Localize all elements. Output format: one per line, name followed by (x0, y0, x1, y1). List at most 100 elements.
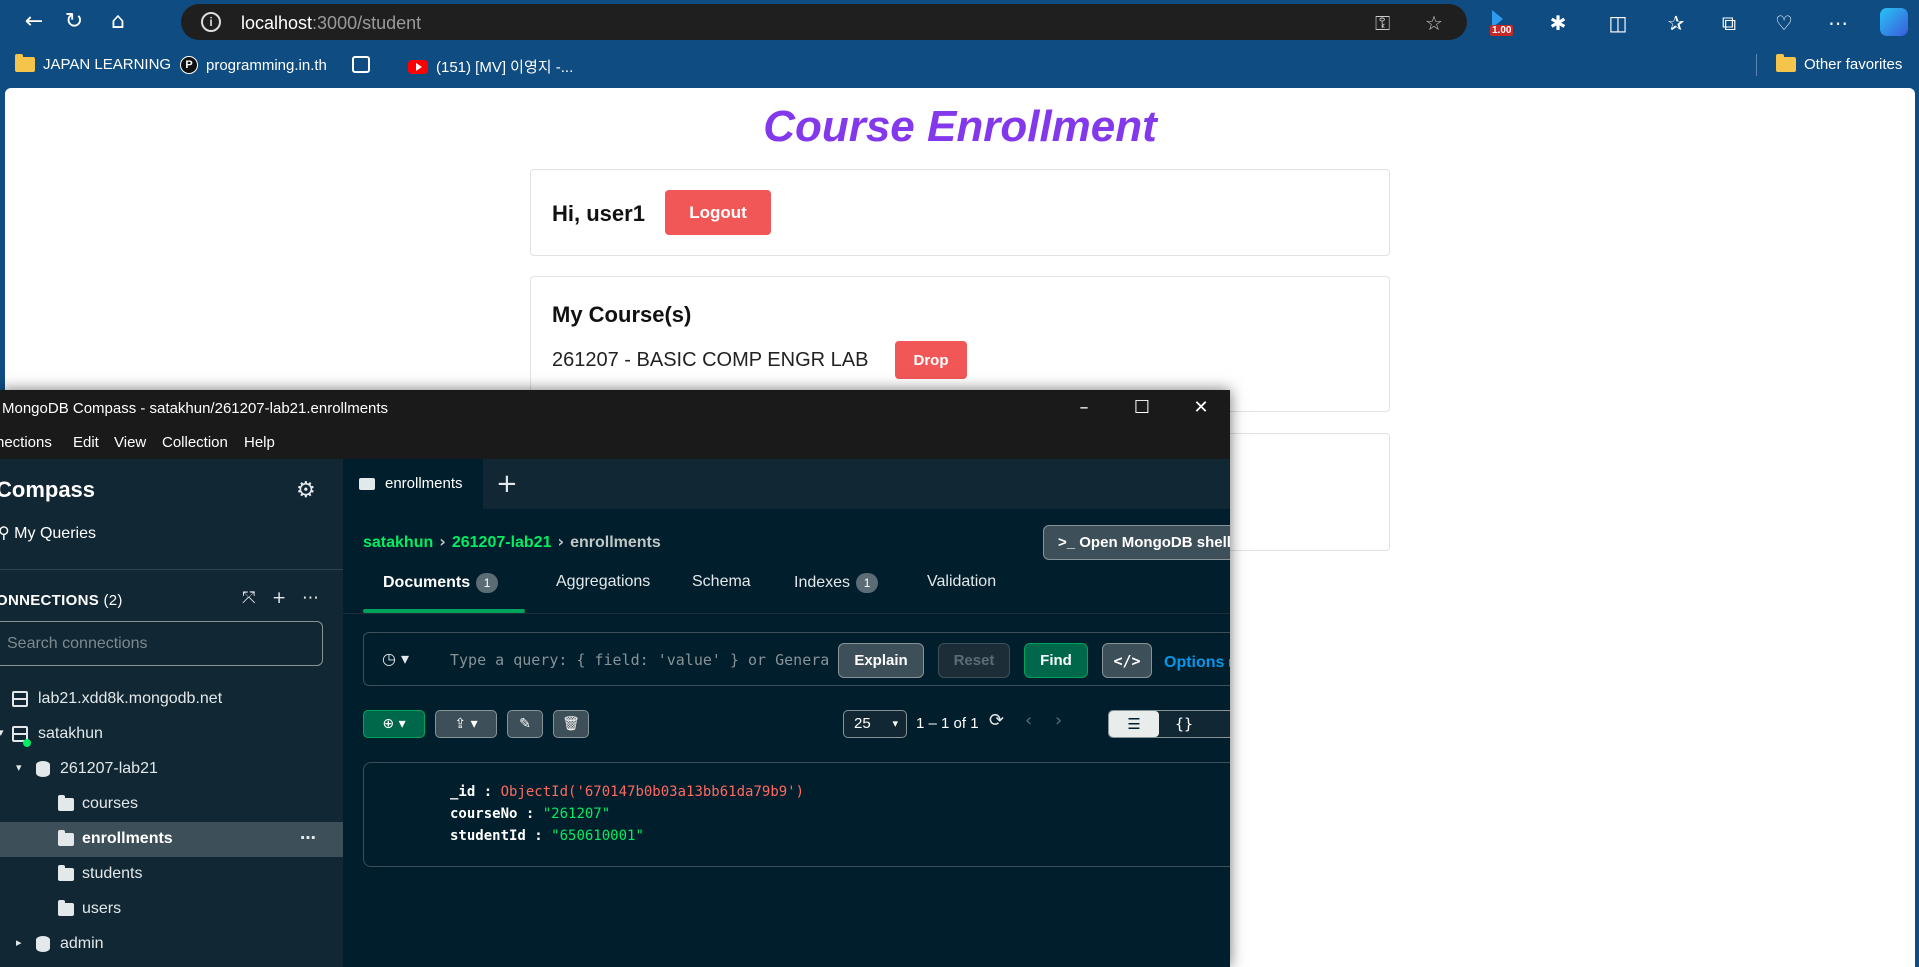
add-connection-icon[interactable]: + (272, 588, 286, 608)
menu-edit[interactable]: Edit (73, 434, 99, 451)
database-icon (36, 761, 50, 777)
json-view-icon[interactable]: {} (1159, 711, 1209, 737)
export-data-button[interactable]: ⇪ ▾ (435, 710, 497, 738)
chevron-down-icon[interactable]: ▾ (16, 761, 22, 774)
window-title: MongoDB Compass - satakhun/261207-lab21.… (2, 400, 389, 417)
course-item: 261207 - BASIC COMP ENGR LAB (552, 349, 869, 371)
document-card[interactable]: _id : ObjectId('670147b0b03a13bb61da79b9… (363, 762, 1230, 867)
tree-connection-satakhun[interactable]: ▾ satakhun (0, 717, 343, 752)
browser-toolbar: ← ↻ ⌂ i localhost:3000/student ⚿ ☆ 1.00 … (0, 0, 1919, 44)
settings-gear-icon[interactable]: ⚙ (296, 478, 316, 503)
document-field-studentid: studentId : "650610001" (450, 828, 644, 844)
connections-more-icon[interactable]: ⋯ (302, 588, 319, 608)
tree-collection-students[interactable]: students (0, 857, 343, 892)
bookmark-calendar[interactable] (352, 56, 370, 73)
menu-help[interactable]: Help (244, 434, 275, 451)
compass-menubar: nections Edit View Collection Help (0, 426, 1230, 459)
drop-button[interactable]: Drop (895, 341, 967, 379)
queries-icon: ⚲ (0, 525, 10, 542)
indexes-count-badge: 1 (856, 573, 879, 593)
chevron-right-icon[interactable]: ▸ (16, 936, 22, 949)
collapse-all-icon[interactable]: ⤧ (242, 588, 256, 608)
view-toggle: ☰ {} ⊞ (1108, 710, 1230, 738)
page-size-select[interactable]: 25 ▾ (843, 710, 907, 738)
new-tab-plus-icon[interactable]: + (496, 469, 518, 499)
split-screen-icon[interactable]: ◫ (1604, 9, 1632, 37)
bookmark-japan-learning[interactable]: JAPAN LEARNING (15, 54, 171, 73)
browser-essentials-icon[interactable]: ♡ (1770, 9, 1798, 37)
copilot-icon[interactable] (1880, 8, 1908, 36)
collection-folder-icon (58, 795, 74, 811)
tree-collection-enrollments[interactable]: enrollments ⋯ (0, 822, 343, 857)
back-arrow-icon[interactable]: ← (20, 8, 48, 36)
site-info-icon[interactable]: i (201, 12, 221, 32)
compass-sidebar: Compass ⚙ ⚲ My Queries ONNECTIONS (2) ⤧ … (0, 459, 343, 967)
folder-icon (15, 54, 35, 72)
breadcrumb-database[interactable]: 261207-lab21 (452, 534, 552, 551)
menu-view[interactable]: View (114, 434, 146, 451)
explain-button[interactable]: Explain (838, 643, 924, 678)
breadcrumb-connection[interactable]: satakhun (363, 534, 433, 551)
tab-enrollments[interactable]: enrollments (343, 459, 483, 509)
more-menu-icon[interactable]: ⋯ (1824, 9, 1852, 37)
menu-connections[interactable]: nections (0, 434, 52, 451)
collection-more-icon[interactable]: ⋯ (300, 828, 316, 847)
add-data-button[interactable]: ⊕ ▾ (363, 710, 425, 738)
close-icon[interactable]: ✕ (1176, 394, 1226, 422)
connections-header: ONNECTIONS (2) (0, 592, 123, 609)
bookmark-youtube[interactable]: (151) [MV] 이영지 -... (408, 56, 573, 77)
favorites-icon[interactable]: ✰ (1662, 9, 1690, 37)
edit-documents-button[interactable]: ✎ (507, 710, 543, 738)
compass-window: MongoDB Compass - satakhun/261207-lab21.… (0, 390, 1230, 967)
p-logo-icon: P (180, 56, 198, 74)
table-view-icon[interactable]: ⊞ (1209, 711, 1230, 737)
refresh-icon[interactable]: ↻ (60, 8, 88, 36)
query-options-toggle[interactable]: Options ▸ (1164, 652, 1230, 672)
menu-collection[interactable]: Collection (162, 434, 228, 451)
tab-documents[interactable]: Documents 1 (383, 573, 499, 613)
address-url[interactable]: localhost:3000/student (241, 13, 421, 34)
list-view-icon[interactable]: ☰ (1109, 711, 1159, 737)
key-icon[interactable]: ⚿ (1375, 11, 1390, 35)
extensions-puzzle-icon[interactable]: ✱ (1544, 9, 1572, 37)
greeting-text: Hi, user1 (552, 201, 645, 226)
tab-indexes[interactable]: Indexes 1 (794, 573, 879, 613)
my-queries-link[interactable]: ⚲ My Queries (0, 523, 96, 543)
delete-documents-button[interactable]: 🗑 (553, 710, 589, 738)
find-button[interactable]: Find (1024, 643, 1088, 678)
chevron-down-icon[interactable]: ▾ (0, 726, 4, 739)
workspace-tabbar: enrollments + (343, 459, 1230, 509)
reset-button[interactable]: Reset (938, 643, 1010, 678)
home-icon[interactable]: ⌂ (104, 8, 132, 36)
tab-schema[interactable]: Schema (692, 573, 751, 613)
add-icon: ⊕ ▾ (382, 716, 406, 732)
search-connections-input[interactable] (0, 621, 323, 666)
open-shell-button[interactable]: >_ Open MongoDB shell (1043, 525, 1230, 560)
tree-connection-lab21[interactable]: lab21.xdd8k.mongodb.net (0, 682, 343, 717)
maximize-icon[interactable]: ☐ (1117, 394, 1167, 422)
tree-database-261207-lab21[interactable]: ▾ 261207-lab21 (0, 752, 343, 787)
query-history-icon[interactable]: ◷ ▾ (382, 649, 409, 668)
minimize-icon[interactable]: – (1059, 394, 1109, 422)
bookmark-programming[interactable]: P programming.in.th (180, 56, 327, 74)
tab-aggregations[interactable]: Aggregations (556, 573, 650, 613)
tree-collection-users[interactable]: users (0, 892, 343, 927)
logout-button[interactable]: Logout (665, 190, 771, 235)
export-icon: ⇪ ▾ (454, 716, 478, 732)
previous-page-icon[interactable]: ‹ (1025, 710, 1032, 731)
chevron-right-icon: › (557, 532, 565, 551)
extension-icon[interactable]: 1.00 (1488, 8, 1518, 38)
export-code-button[interactable]: </> (1102, 643, 1152, 678)
next-page-icon[interactable]: › (1055, 710, 1062, 731)
tree-database-admin[interactable]: ▸ admin (0, 927, 343, 962)
address-bar[interactable]: i localhost:3000/student ⚿ ☆ (181, 4, 1467, 40)
tab-validation[interactable]: Validation (927, 573, 996, 613)
query-input[interactable] (450, 649, 830, 671)
compass-workspace: enrollments + satakhun › 261207-lab21 › enro… (343, 459, 1230, 967)
refresh-icon[interactable]: ⟳ (989, 710, 1004, 731)
favorite-star-icon[interactable]: ☆ (1425, 11, 1443, 35)
bookmark-other-favorites[interactable]: Other favorites (1776, 54, 1902, 73)
compass-titlebar[interactable]: MongoDB Compass - satakhun/261207-lab21.… (0, 390, 1230, 426)
collections-icon[interactable]: ⧉ (1715, 9, 1743, 37)
tree-collection-courses[interactable]: courses (0, 787, 343, 822)
